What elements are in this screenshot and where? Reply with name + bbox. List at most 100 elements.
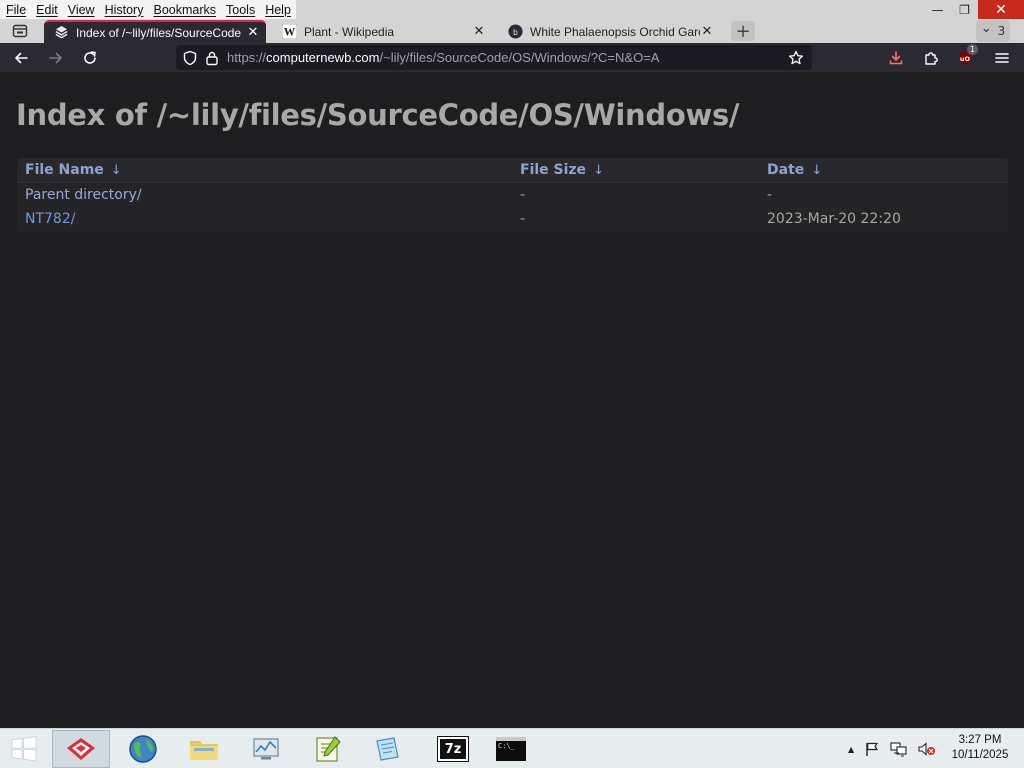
column-header-file-size[interactable]: File Size ↓ [520, 162, 604, 178]
minimize-button[interactable]: — [924, 0, 951, 19]
menu-items: File Edit View History Bookmarks Tools H… [0, 0, 296, 19]
clock-time: 3:27 PM [958, 734, 1002, 746]
column-header-file-name[interactable]: File Name ↓ [25, 162, 122, 178]
svg-text:W: W [284, 27, 296, 39]
app-menu-button[interactable] [989, 45, 1015, 71]
file-listing-table: File Name ↓ File Size ↓ Date ↓ Parent direc… [17, 158, 1008, 232]
back-arrow-icon [15, 52, 28, 64]
page-title: Index of /~lily/files/SourceCode/OS/Wind… [16, 98, 740, 132]
7zip-icon: 7z [437, 736, 469, 762]
lock-icon[interactable] [204, 50, 220, 66]
svg-text:b: b [513, 27, 518, 37]
system-tray: ▲ [848, 739, 936, 759]
forward-arrow-icon [49, 52, 62, 64]
notepad-plus-plus-icon [316, 736, 341, 762]
menu-view[interactable]: View [68, 3, 95, 17]
globe-browser-icon [129, 735, 157, 763]
taskbar-app-notepad[interactable] [358, 730, 416, 768]
menu-help[interactable]: Help [265, 3, 291, 17]
sort-arrow-icon: ↓ [811, 163, 823, 178]
windows-logo-icon [11, 736, 37, 762]
menu-tools[interactable]: Tools [226, 3, 255, 17]
navigation-bar: https://computernewb.com/~lily/files/Sou… [0, 43, 1024, 72]
taskbar-app-task-manager[interactable] [237, 730, 295, 768]
url-path: /~lily/files/SourceCode/OS/Windows/?C=N&… [379, 50, 660, 65]
back-button[interactable] [8, 45, 34, 71]
site-favicon-icon: b [508, 24, 523, 39]
taskbar-app-browser[interactable] [52, 730, 110, 768]
downloads-button[interactable] [883, 45, 909, 71]
tab-title: White Phalaenopsis Orchid Garc [530, 24, 700, 39]
column-header-date[interactable]: Date ↓ [767, 162, 822, 178]
url-host: computernewb.com [266, 50, 380, 65]
tab-orchid-garden[interactable]: b White Phalaenopsis Orchid Garc ✕ [498, 20, 720, 43]
command-prompt-icon: C:\_ [496, 737, 526, 761]
task-manager-icon [253, 738, 279, 760]
column-label: File Name [25, 162, 104, 178]
new-tab-button[interactable]: + [731, 21, 755, 42]
chevron-down-icon: ⌄ [980, 21, 992, 36]
table-header: File Name ↓ File Size ↓ Date ↓ [17, 158, 1008, 183]
sort-arrow-icon: ↓ [593, 163, 604, 178]
menu-history[interactable]: History [105, 3, 144, 17]
start-button[interactable] [0, 729, 48, 768]
menu-bar: File Edit View History Bookmarks Tools H… [0, 0, 1024, 19]
7zip-icon-label: 7z [444, 741, 462, 757]
puzzle-piece-icon [925, 52, 938, 65]
parent-directory-link[interactable]: Parent directory/ [25, 187, 142, 203]
hamburger-menu-icon [995, 53, 1009, 63]
column-label: Date [767, 162, 805, 178]
tray-overflow-icon[interactable]: ▲ [848, 745, 854, 754]
command-prompt-icon-label: C:\_ [498, 742, 515, 750]
bookmark-star-icon[interactable] [788, 50, 804, 66]
nt782-folder-link[interactable]: NT782/ [25, 211, 75, 227]
tab-count: 3 [997, 24, 1006, 38]
extension-badge: 1 [967, 44, 979, 55]
taskbar-app-file-explorer[interactable] [175, 730, 233, 768]
restore-button[interactable]: ❐ [951, 0, 978, 19]
url-scheme: https:// [227, 50, 267, 65]
column-label: File Size [520, 162, 587, 178]
date-cell: 2023-Mar-20 22:20 [767, 211, 901, 227]
page-content: Index of /~lily/files/SourceCode/OS/Wind… [0, 72, 1024, 728]
tab-title: Plant - Wikipedia [304, 24, 395, 39]
date-cell: - [767, 187, 773, 203]
file-size-cell: - [520, 211, 526, 227]
folder-icon [190, 741, 218, 760]
volume-muted-icon[interactable] [918, 741, 936, 757]
tab-title: Index of /~lily/files/SourceCode [76, 25, 242, 40]
notepad-icon [376, 737, 399, 761]
taskbar-app-notepad-plus[interactable] [299, 730, 357, 768]
window-controls: — ❐ ✕ [924, 0, 1024, 19]
tab-close-icon[interactable]: ✕ [700, 24, 714, 39]
tab-plant-wikipedia[interactable]: W Plant - Wikipedia ✕ [272, 20, 492, 43]
firefox-view-icon [12, 24, 28, 38]
shield-icon[interactable] [182, 50, 198, 66]
svg-text:uO: uO [960, 55, 971, 63]
close-window-button[interactable]: ✕ [978, 0, 1024, 19]
taskbar: 7z C:\_ ▲ 3:27 PM 10/11/2025 [0, 728, 1024, 768]
tab-directory-index[interactable]: Index of /~lily/files/SourceCode ✕ [44, 20, 266, 43]
forward-button[interactable] [43, 45, 69, 71]
url-text[interactable]: https://computernewb.com/~lily/files/Sou… [227, 50, 659, 65]
network-icon[interactable] [890, 741, 908, 757]
reload-button[interactable] [77, 45, 103, 71]
menu-file[interactable]: File [6, 3, 26, 17]
menu-edit[interactable]: Edit [36, 3, 58, 17]
taskbar-app-7zip[interactable]: 7z [424, 730, 482, 768]
url-bar[interactable]: https://computernewb.com/~lily/files/Sou… [176, 45, 812, 70]
tab-close-icon[interactable]: ✕ [246, 25, 260, 40]
tab-list-button[interactable]: ⌄ 3 [976, 20, 1010, 42]
taskbar-app-command-prompt[interactable]: C:\_ [482, 730, 540, 768]
taskbar-clock[interactable]: 3:27 PM 10/11/2025 [942, 733, 1018, 763]
tab-close-icon[interactable]: ✕ [472, 24, 486, 39]
extensions-button[interactable] [918, 45, 944, 71]
wikipedia-favicon-icon: W [282, 24, 297, 39]
menu-bookmarks[interactable]: Bookmarks [153, 3, 216, 17]
reload-icon [84, 51, 96, 64]
action-center-flag-icon[interactable] [864, 741, 880, 757]
red-browser-app-icon [67, 738, 95, 760]
directory-favicon-icon [55, 25, 68, 39]
taskbar-app-globe[interactable] [114, 730, 172, 768]
firefox-view-button[interactable] [8, 21, 32, 41]
